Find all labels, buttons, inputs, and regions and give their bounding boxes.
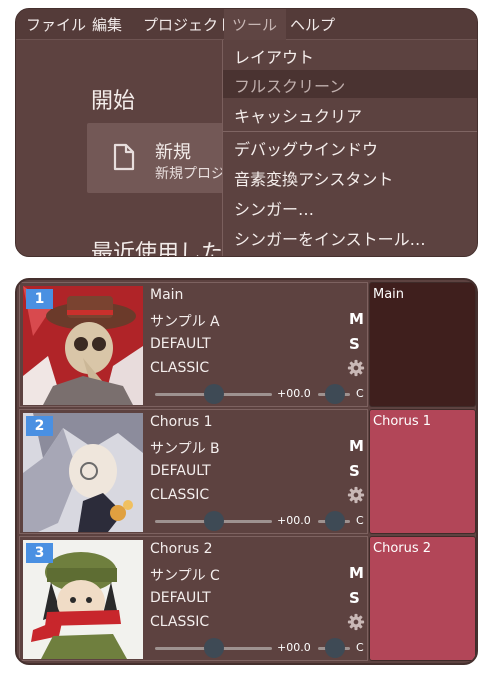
recent-heading: 最近使用した xyxy=(91,241,224,257)
phonemizer-selector[interactable]: DEFAULT xyxy=(150,590,211,606)
pan-slider-thumb[interactable] xyxy=(325,511,345,531)
solo-button[interactable]: S xyxy=(349,335,360,353)
phonemizer-selector[interactable]: DEFAULT xyxy=(150,336,211,352)
menu-item-install-singer[interactable]: シンガーをインストール… xyxy=(223,223,477,251)
tools-dropdown-menu: レイアウト フルスクリーン キャッシュクリア デバッグウインドウ 音素変換アシス… xyxy=(222,40,477,256)
track-part[interactable]: Chorus 1 xyxy=(369,409,476,534)
track-name[interactable]: Chorus 2 xyxy=(150,541,213,557)
mute-button[interactable]: M xyxy=(349,310,364,328)
mute-button[interactable]: M xyxy=(349,437,364,455)
pan-slider-thumb[interactable] xyxy=(325,638,345,658)
track-header: 1 Main サンプル A DEFAULT CLASSIC M S +00.0 xyxy=(19,282,368,407)
track-row: 2 Chorus 1 サンプル B DEFAULT CLASSIC M S +0… xyxy=(17,407,476,534)
new-project-title: 新規 xyxy=(155,142,191,163)
menu-help[interactable]: ヘルプ xyxy=(290,14,335,35)
gear-icon[interactable] xyxy=(347,359,365,377)
document-icon xyxy=(113,143,135,171)
track-header: 3 Chorus 2 サンプル C DEFAULT CLASSIC M S +0… xyxy=(19,536,368,661)
track-row: 1 Main サンプル A DEFAULT CLASSIC M S +00.0 xyxy=(17,280,476,407)
gear-icon[interactable] xyxy=(347,486,365,504)
menu-item-layout[interactable]: レイアウト xyxy=(223,41,477,69)
menu-item-clear-cache[interactable]: キャッシュクリア xyxy=(223,100,477,128)
renderer-selector[interactable]: CLASSIC xyxy=(150,487,209,503)
menu-edit[interactable]: 編集 xyxy=(92,14,122,35)
pan-slider-thumb[interactable] xyxy=(325,384,345,404)
gear-icon[interactable] xyxy=(347,613,365,631)
singer-selector[interactable]: サンプル C xyxy=(150,565,220,585)
tracks-window: 1 Main サンプル A DEFAULT CLASSIC M S +00.0 xyxy=(15,278,478,665)
track-number-badge: 1 xyxy=(26,289,53,309)
renderer-selector[interactable]: CLASSIC xyxy=(150,614,209,630)
start-heading: 開始 xyxy=(91,89,136,114)
menu-item-phoneme-assistant[interactable]: 音素変換アシスタント xyxy=(223,163,477,191)
menu-separator xyxy=(223,131,477,132)
volume-slider-thumb[interactable] xyxy=(204,384,224,404)
track-header: 2 Chorus 1 サンプル B DEFAULT CLASSIC M S +0… xyxy=(19,409,368,534)
solo-button[interactable]: S xyxy=(349,589,360,607)
mute-button[interactable]: M xyxy=(349,564,364,582)
volume-slider-thumb[interactable] xyxy=(204,511,224,531)
menu-file[interactable]: ファイル xyxy=(26,14,86,35)
menu-item-fullscreen[interactable]: フルスクリーン xyxy=(223,70,477,98)
menu-item-debug-window[interactable]: デバッグウインドウ xyxy=(223,133,477,161)
pan-value: C xyxy=(356,514,364,527)
track-part[interactable]: Main xyxy=(369,282,476,407)
track-name[interactable]: Main xyxy=(150,287,183,303)
menu-project[interactable]: プロジェクト xyxy=(143,14,233,35)
track-row: 3 Chorus 2 サンプル C DEFAULT CLASSIC M S +0… xyxy=(17,534,476,661)
main-window: ファイル 編集 プロジェクト ツール ヘルプ 開始 新規 新規プロジェ 最近使用… xyxy=(15,8,478,257)
volume-slider-thumb[interactable] xyxy=(204,638,224,658)
singer-avatar[interactable]: 3 xyxy=(23,540,143,659)
volume-value: +00.0 xyxy=(277,641,311,654)
singer-avatar[interactable]: 1 xyxy=(23,286,143,405)
singer-avatar[interactable]: 2 xyxy=(23,413,143,532)
singer-selector[interactable]: サンプル B xyxy=(150,438,220,458)
new-project-button[interactable]: 新規 新規プロジェ xyxy=(87,123,239,193)
track-name[interactable]: Chorus 1 xyxy=(150,414,213,430)
pan-value: C xyxy=(356,387,364,400)
menu-item-singers[interactable]: シンガー… xyxy=(223,193,477,221)
renderer-selector[interactable]: CLASSIC xyxy=(150,360,209,376)
menu-bar: ファイル 編集 プロジェクト ツール ヘルプ xyxy=(16,9,477,40)
volume-value: +00.0 xyxy=(277,387,311,400)
track-part[interactable]: Chorus 2 xyxy=(369,536,476,661)
solo-button[interactable]: S xyxy=(349,462,360,480)
volume-value: +00.0 xyxy=(277,514,311,527)
menu-tools[interactable]: ツール xyxy=(224,9,286,40)
track-number-badge: 2 xyxy=(26,416,53,436)
singer-selector[interactable]: サンプル A xyxy=(150,311,220,331)
pan-value: C xyxy=(356,641,364,654)
track-number-badge: 3 xyxy=(26,543,53,563)
phonemizer-selector[interactable]: DEFAULT xyxy=(150,463,211,479)
